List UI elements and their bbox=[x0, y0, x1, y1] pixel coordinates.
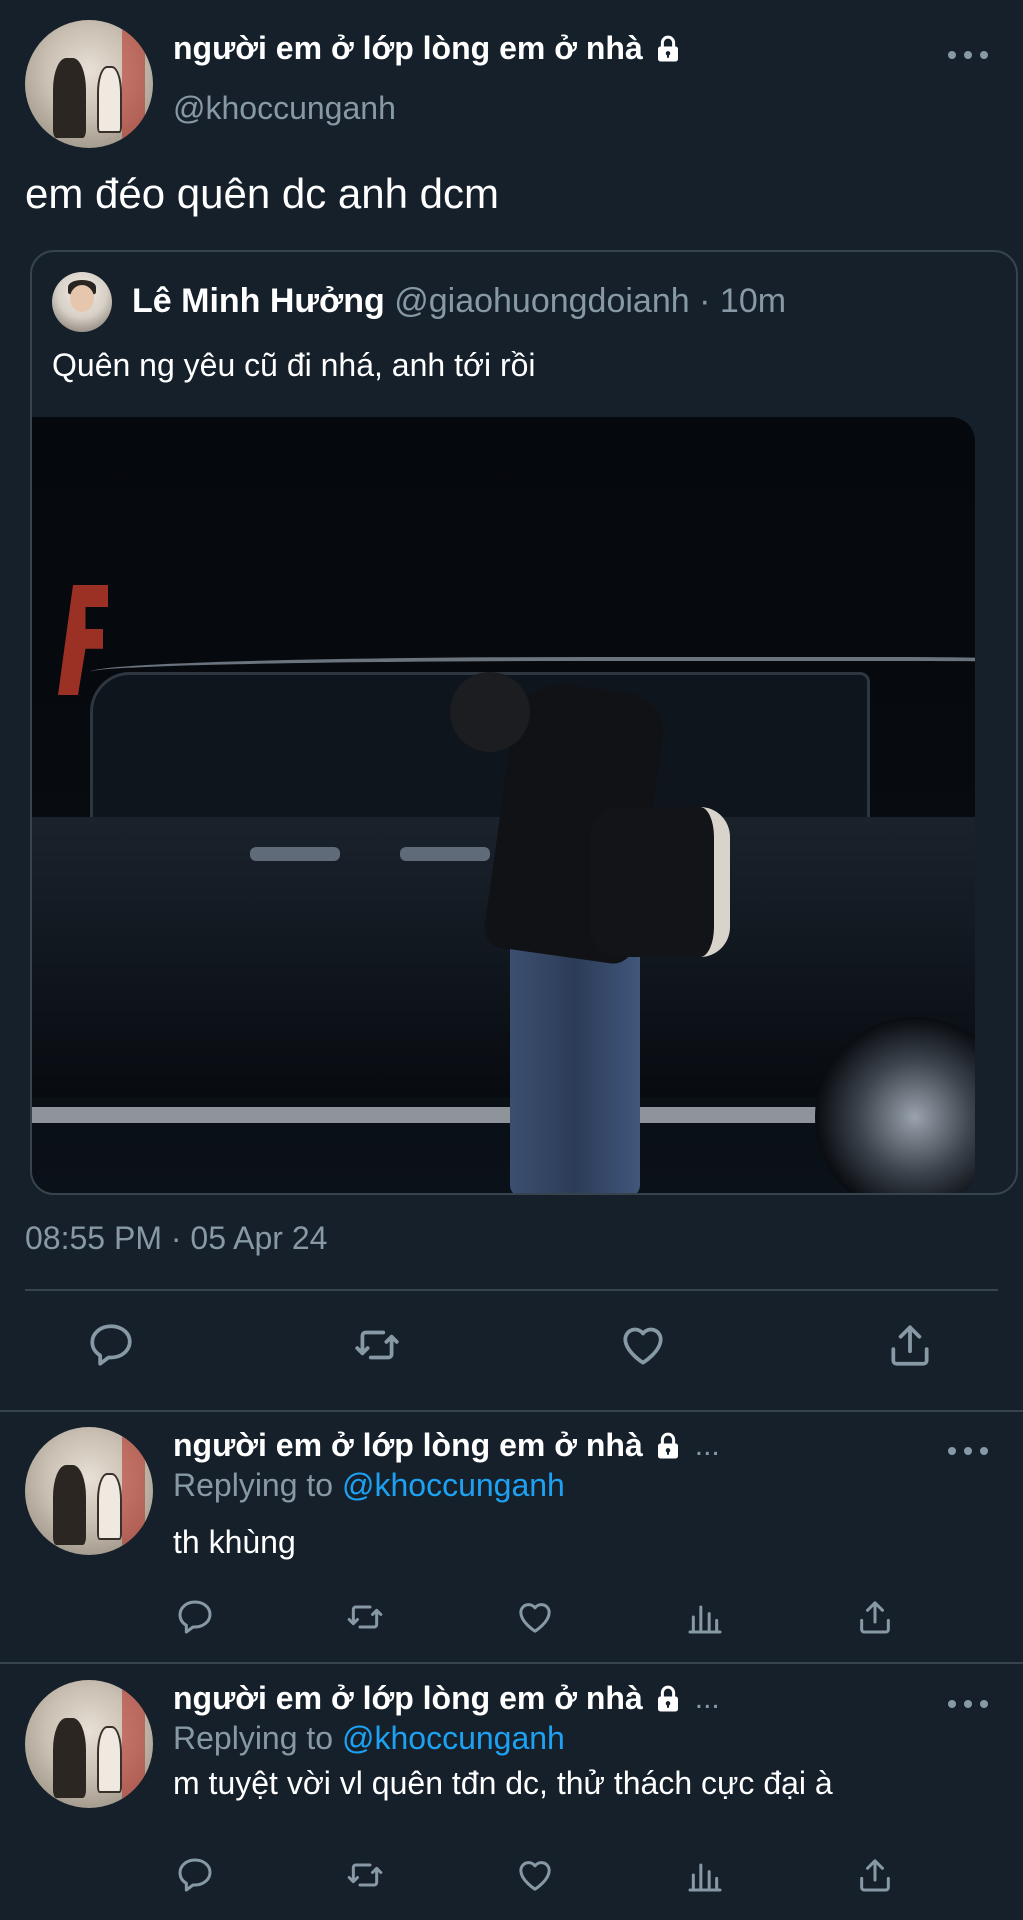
avatar-door-shape bbox=[122, 1437, 146, 1545]
reply-author-name[interactable]: người em ở lớp lòng em ở nhà bbox=[173, 1427, 643, 1464]
tweet-action-bar bbox=[0, 1320, 1023, 1380]
avatar-face-shape bbox=[70, 285, 94, 312]
photo-person-bag bbox=[590, 807, 730, 957]
more-icon[interactable] bbox=[948, 1444, 988, 1458]
author-avatar[interactable] bbox=[25, 20, 153, 148]
reply-icon[interactable] bbox=[175, 1855, 215, 1895]
analytics-icon[interactable] bbox=[685, 1597, 725, 1637]
lock-icon bbox=[653, 1431, 683, 1461]
replying-to-label: Replying to bbox=[173, 1467, 334, 1503]
quoted-tweet-card[interactable]: Lê Minh Hưởng @giaohuongdoianh · 10m Quê… bbox=[30, 250, 1018, 1195]
tweet-detail-page: người em ở lớp lòng em ở nhà @khoccungan… bbox=[0, 0, 1023, 1920]
reply-icon[interactable] bbox=[175, 1597, 215, 1637]
quoted-author-avatar[interactable] bbox=[52, 272, 112, 332]
replying-to-mention[interactable]: @khoccunganh bbox=[342, 1720, 565, 1756]
replying-to-label: Replying to bbox=[173, 1720, 334, 1756]
share-icon[interactable] bbox=[885, 1320, 935, 1370]
replying-to-line: Replying to @khoccunganh bbox=[173, 1720, 565, 1757]
replying-to-line: Replying to @khoccunganh bbox=[173, 1467, 565, 1504]
divider bbox=[0, 1662, 1023, 1664]
more-icon[interactable] bbox=[948, 48, 988, 62]
avatar-figure-right bbox=[96, 1473, 123, 1540]
heart-icon[interactable] bbox=[618, 1320, 668, 1370]
avatar-door-shape bbox=[122, 30, 146, 138]
heart-icon[interactable] bbox=[515, 1855, 555, 1895]
photo-person-head bbox=[450, 672, 530, 752]
name-truncation: ... bbox=[694, 1681, 720, 1715]
reply-tweet[interactable]: người em ở lớp lòng em ở nhà ... Replyin… bbox=[0, 1665, 1023, 1920]
lock-icon bbox=[653, 1684, 683, 1714]
header-separator: · bbox=[699, 282, 711, 320]
quoted-tweet-text: Quên ng yêu cũ đi nhá, anh tới rồi bbox=[52, 347, 536, 383]
avatar-figure-right bbox=[96, 66, 123, 133]
quoted-author-name[interactable]: Lê Minh Hưởng bbox=[132, 282, 385, 320]
photo-person-legs bbox=[510, 937, 640, 1193]
retweet-icon[interactable] bbox=[345, 1597, 385, 1637]
reply-action-bar bbox=[0, 1855, 1023, 1895]
photo-car-handle bbox=[400, 847, 490, 861]
reply-author-avatar[interactable] bbox=[25, 1427, 153, 1555]
quoted-tweet-photo[interactable] bbox=[32, 417, 975, 1193]
retweet-icon[interactable] bbox=[352, 1320, 402, 1370]
reply-name-row: người em ở lớp lòng em ở nhà ... bbox=[173, 1427, 720, 1464]
more-icon[interactable] bbox=[948, 1697, 988, 1711]
reply-author-avatar[interactable] bbox=[25, 1680, 153, 1808]
avatar-figure-left bbox=[53, 58, 87, 138]
avatar-door-shape bbox=[122, 1690, 146, 1798]
author-name-row: người em ở lớp lòng em ở nhà bbox=[173, 30, 683, 67]
reply-author-name[interactable]: người em ở lớp lòng em ở nhà bbox=[173, 1680, 643, 1717]
avatar-figure-left bbox=[53, 1465, 87, 1545]
tweet-timestamp[interactable]: 08:55 PM · 05 Apr 24 bbox=[25, 1220, 327, 1257]
share-icon[interactable] bbox=[855, 1855, 895, 1895]
lock-icon bbox=[653, 34, 683, 64]
heart-icon[interactable] bbox=[515, 1597, 555, 1637]
reply-name-row: người em ở lớp lòng em ở nhà ... bbox=[173, 1680, 720, 1717]
avatar-figure-left bbox=[53, 1718, 87, 1798]
reply-text: th khùng bbox=[173, 1524, 296, 1560]
replying-to-mention[interactable]: @khoccunganh bbox=[342, 1467, 565, 1503]
avatar-figure-right bbox=[96, 1726, 123, 1793]
quoted-author-handle[interactable]: @giaohuongdoianh bbox=[394, 282, 689, 320]
author-display-name[interactable]: người em ở lớp lòng em ở nhà bbox=[173, 30, 643, 67]
share-icon[interactable] bbox=[855, 1597, 895, 1637]
reply-icon[interactable] bbox=[86, 1320, 136, 1370]
reply-action-bar bbox=[0, 1597, 1023, 1637]
retweet-icon[interactable] bbox=[345, 1855, 385, 1895]
divider bbox=[25, 1289, 998, 1291]
reply-tweet[interactable]: người em ở lớp lòng em ở nhà ... Replyin… bbox=[0, 1412, 1023, 1667]
tweet-text: em đéo quên dc anh dcm bbox=[25, 170, 499, 217]
quoted-tweet-time[interactable]: 10m bbox=[720, 282, 786, 320]
name-truncation: ... bbox=[694, 1428, 720, 1462]
photo-car-handle bbox=[250, 847, 340, 861]
reply-text: m tuyệt vời vl quên tđn dc, thử thách cự… bbox=[173, 1765, 833, 1801]
quoted-tweet-header: Lê Minh Hưởng @giaohuongdoianh · 10m bbox=[132, 282, 786, 321]
author-handle[interactable]: @khoccunganh bbox=[173, 90, 396, 127]
analytics-icon[interactable] bbox=[685, 1855, 725, 1895]
